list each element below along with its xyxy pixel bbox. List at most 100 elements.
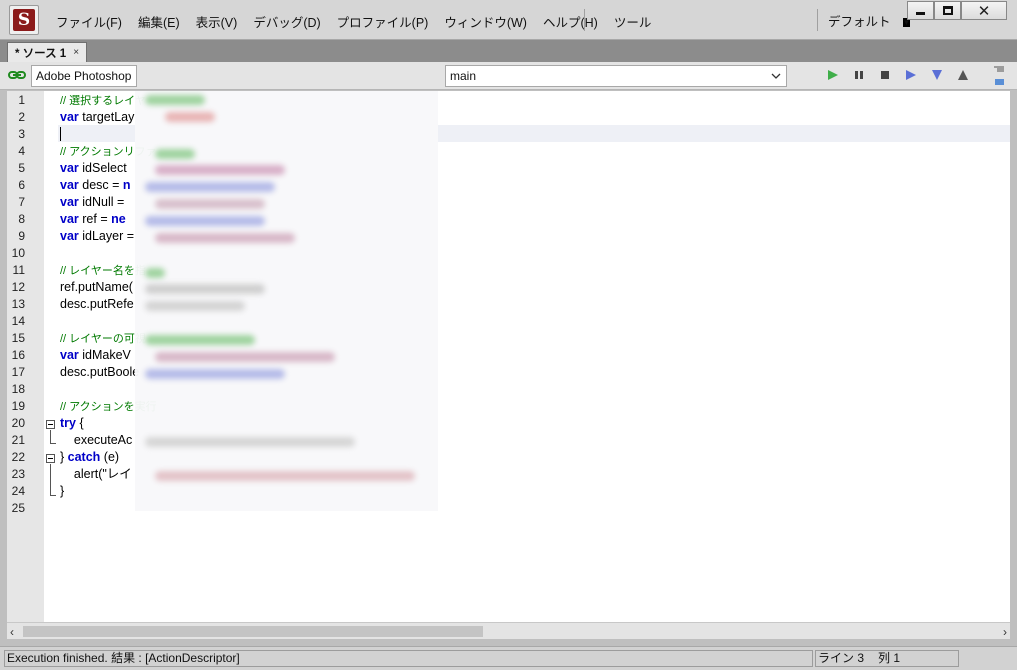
- code-keyword: n: [122, 178, 131, 192]
- line-number: 10: [11, 246, 25, 260]
- minimize-button[interactable]: [907, 1, 934, 20]
- line-number: 24: [11, 484, 25, 498]
- code-line: desc.putBoole: [60, 364, 139, 381]
- text-caret: [60, 127, 61, 141]
- maximize-button[interactable]: [934, 1, 961, 20]
- line-number-gutter: 1 2 3 4 5 6 7 8 9 10 11 12 13 14 15 16 17 18 19 20 21 22 23 24 2…: [7, 91, 44, 622]
- line-number: 25: [11, 501, 25, 515]
- workspace-layout-select[interactable]: デフォルト ▼: [828, 11, 911, 30]
- line-number: 12: [11, 280, 25, 294]
- horizontal-scrollbar[interactable]: ‹ ›: [7, 622, 1010, 639]
- menu-item-5[interactable]: ウィンドウ(W): [436, 12, 535, 31]
- document-tab-bar: * ソース 1 ×: [0, 40, 1017, 62]
- line-number: 15: [11, 331, 25, 345]
- line-number: 9: [18, 229, 25, 243]
- target-application-select[interactable]: Adobe Photoshop: [31, 65, 137, 87]
- fold-margin: [44, 91, 58, 622]
- app-logo-icon[interactable]: S: [9, 5, 39, 35]
- code-line: var targetLay: [60, 109, 134, 126]
- stop-button[interactable]: [877, 67, 893, 83]
- tab-source-1[interactable]: * ソース 1 ×: [7, 42, 88, 62]
- line-number: 13: [11, 297, 25, 311]
- code-keyword: ne: [111, 212, 126, 226]
- target-toolbar: Adobe Photoshop main: [0, 62, 1017, 90]
- step-into-button[interactable]: [929, 67, 945, 83]
- status-message: Execution finished. 結果 : [ActionDescript…: [4, 650, 813, 667]
- code-keyword: var: [60, 348, 79, 362]
- line-number: 1: [18, 93, 25, 107]
- cursor-position: ライン 3 列 1: [815, 650, 959, 667]
- pause-button[interactable]: [851, 67, 867, 83]
- code-line: desc.putRefe: [60, 296, 134, 313]
- code-line: var idLayer =: [60, 228, 134, 245]
- line-number: 22: [11, 450, 25, 464]
- line-number: 4: [18, 144, 25, 158]
- code-token: idNull =: [78, 195, 128, 209]
- code-line: // レイヤー名を指: [60, 262, 146, 280]
- menu-item-4[interactable]: プロファイル(P): [329, 12, 437, 31]
- fold-toggle-icon[interactable]: [46, 420, 55, 429]
- link-icon[interactable]: [8, 69, 26, 81]
- menu-item-1[interactable]: 編集(E): [130, 12, 188, 31]
- fold-toggle-icon[interactable]: [46, 454, 55, 463]
- code-token: {: [75, 416, 84, 430]
- menu-item-3[interactable]: デバッグ(D): [245, 12, 328, 31]
- menu-item-6[interactable]: ヘルプ(H): [535, 12, 606, 31]
- code-token: ref =: [78, 212, 112, 226]
- menu-separator: [584, 9, 585, 31]
- code-line: var idNull =: [60, 194, 128, 211]
- title-bar: S ファイル(F) 編集(E) 表示(V) デバッグ(D) プロファイル(P) ウィンドウ…: [0, 0, 1017, 40]
- code-line: try {: [60, 415, 84, 432]
- code-editor[interactable]: 1 2 3 4 5 6 7 8 9 10 11 12 13 14 15 16 17 18 19 20 21 22 23 24 2…: [7, 91, 1010, 622]
- layout-separator: [817, 9, 818, 31]
- code-line: ref.putName(: [60, 279, 133, 296]
- run-icon: [828, 70, 838, 80]
- menu-item-0[interactable]: ファイル(F): [48, 12, 130, 31]
- line-number: 6: [18, 178, 25, 192]
- scroll-right-icon[interactable]: ›: [1003, 625, 1007, 639]
- code-line: var idMakeV: [60, 347, 131, 364]
- pause-icon: [855, 71, 863, 79]
- close-window-button[interactable]: ✕: [961, 1, 1007, 20]
- menu-bar: ファイル(F) 編集(E) 表示(V) デバッグ(D) プロファイル(P) ウィンドウ(W…: [48, 12, 659, 31]
- redacted-region: [135, 91, 438, 511]
- line-number: 19: [11, 399, 25, 413]
- code-line: var ref = ne: [60, 211, 126, 228]
- line-number: 23: [11, 467, 25, 481]
- code-line: // 選択するレイヤ: [60, 92, 146, 110]
- line-number: 8: [18, 212, 25, 226]
- code-token: desc =: [78, 178, 123, 192]
- code-comment: // 選択するレイヤ: [60, 95, 146, 107]
- maximize-icon: [942, 6, 953, 15]
- code-line: }: [60, 483, 64, 500]
- step-out-button[interactable]: [955, 67, 971, 83]
- scroll-left-icon[interactable]: ‹: [10, 625, 14, 639]
- menu-item-2[interactable]: 表示(V): [188, 12, 246, 31]
- step-into-icon: [932, 70, 942, 80]
- line-number: 11: [12, 263, 25, 277]
- window-controls: ✕: [907, 1, 1007, 20]
- scrollbar-thumb[interactable]: [23, 626, 483, 637]
- fold-guide-end: [50, 495, 56, 496]
- code-token: alert("レイ: [60, 467, 132, 481]
- panel-menu-icon[interactable]: [992, 64, 1006, 88]
- stop-icon: [881, 71, 889, 79]
- code-line: executeAc: [60, 432, 132, 449]
- tab-close-icon[interactable]: ×: [73, 47, 79, 58]
- code-token: idSelect: [78, 161, 127, 175]
- code-token: idLayer =: [78, 229, 135, 243]
- engine-select[interactable]: main: [445, 65, 787, 87]
- status-bar: Execution finished. 結果 : [ActionDescript…: [0, 646, 1017, 670]
- code-line: var desc = n: [60, 177, 131, 194]
- fold-guide: [50, 464, 51, 495]
- tab-label: * ソース 1: [15, 47, 67, 60]
- step-over-button[interactable]: [903, 67, 919, 83]
- line-number: 5: [18, 161, 25, 175]
- code-line: alert("レイ: [60, 466, 132, 483]
- menu-item-7[interactable]: ツール: [606, 12, 660, 31]
- code-keyword: var: [60, 229, 79, 243]
- line-number: 16: [11, 348, 25, 362]
- code-keyword: var: [60, 178, 79, 192]
- run-button[interactable]: [825, 67, 841, 83]
- minimize-icon: [916, 12, 925, 15]
